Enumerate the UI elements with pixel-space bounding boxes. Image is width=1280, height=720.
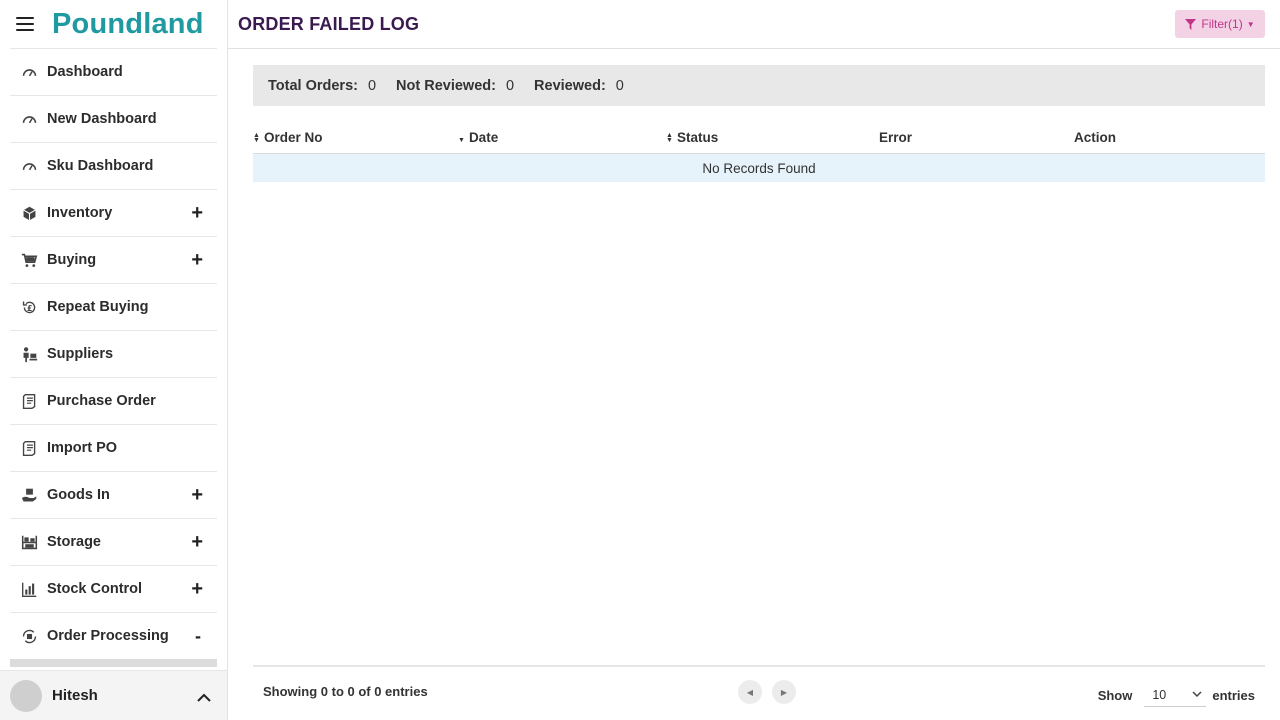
chevron-down-icon: [1192, 691, 1202, 698]
filter-icon: [1185, 18, 1197, 30]
sidebar-item-stock-control[interactable]: Stock Control +: [10, 565, 217, 612]
caret-down-icon: ▼: [1246, 19, 1255, 29]
sidebar-item-suppliers[interactable]: Suppliers: [10, 330, 217, 377]
expand-icon[interactable]: +: [191, 249, 203, 272]
sidebar-item-label: New Dashboard: [47, 111, 157, 127]
avatar: [10, 679, 42, 712]
svg-text:£: £: [26, 303, 31, 312]
chevron-left-icon: ◀: [746, 687, 754, 697]
gauge-icon: [19, 156, 39, 176]
user-name: Hitesh: [52, 687, 98, 704]
submenu-active-item[interactable]: [10, 659, 217, 667]
total-orders-label: Total Orders:: [268, 77, 358, 94]
show-label: Show: [1097, 687, 1133, 703]
sidebar-item-purchase-order[interactable]: Purchase Order: [10, 377, 217, 424]
bar-chart-icon: [19, 579, 39, 599]
brand-logo[interactable]: Poundland: [52, 8, 204, 41]
sidebar-item-sku-dashboard[interactable]: Sku Dashboard: [10, 142, 217, 189]
shelves-icon: [19, 532, 39, 552]
pagination-info: Showing 0 to 0 of 0 entries: [263, 684, 428, 699]
page-title: ORDER FAILED LOG: [238, 14, 420, 34]
filter-label: Filter(1): [1201, 17, 1243, 31]
order-failed-table: ▲ ▼ Order No ▼ Date ▲ ▼ Status Error Actio…: [253, 122, 1265, 182]
sidebar-item-label: Stock Control: [47, 581, 143, 597]
total-orders-value: 0: [367, 77, 377, 94]
column-label: Error: [879, 130, 913, 145]
hand-box-icon: [19, 485, 39, 505]
reviewed-label: Reviewed:: [534, 77, 606, 94]
sidebar-item-label: Dashboard: [47, 64, 123, 80]
empty-state-row: No Records Found: [253, 154, 1265, 182]
brand-bar: Poundland: [0, 0, 227, 48]
expand-icon[interactable]: +: [191, 484, 203, 507]
sidebar-item-import-po[interactable]: Import PO: [10, 424, 217, 471]
sidebar-item-label: Suppliers: [47, 346, 114, 362]
sidebar-item-inventory[interactable]: Inventory +: [10, 189, 217, 236]
cart-icon: [19, 250, 39, 270]
chevron-up-icon[interactable]: [197, 689, 211, 707]
sidebar-item-order-processing[interactable]: Order Processing -: [10, 612, 217, 659]
page-header: ORDER FAILED LOG Filter(1) ▼: [228, 0, 1280, 49]
expand-icon[interactable]: +: [191, 578, 203, 601]
prev-page-button[interactable]: ◀: [738, 680, 762, 704]
collapse-icon[interactable]: -: [195, 626, 201, 647]
sidebar-item-dashboard[interactable]: Dashboard: [10, 48, 217, 95]
column-label: Action: [1074, 130, 1116, 145]
reviewed-value: 0: [615, 77, 624, 94]
menu-icon[interactable]: [16, 17, 34, 31]
gauge-icon: [19, 109, 39, 129]
sidebar-item-label: Import PO: [47, 440, 118, 456]
sidebar-nav: Dashboard New Dashboard Sku Dashboard In…: [10, 48, 217, 659]
sidebar-item-label: Storage: [47, 534, 101, 550]
order-cycle-icon: [19, 626, 39, 646]
sidebar-item-new-dashboard[interactable]: New Dashboard: [10, 95, 217, 142]
table-header: ▲ ▼ Order No ▼ Date ▲ ▼ Status Error Actio…: [253, 122, 1265, 154]
sidebar-item-label: Buying: [47, 252, 97, 268]
supplier-icon: [19, 344, 39, 364]
sidebar-item-label: Goods In: [47, 487, 110, 503]
page-size-value: 10: [1152, 687, 1167, 702]
chevron-right-icon: ▶: [780, 687, 788, 697]
gauge-icon: [19, 62, 39, 82]
sidebar-item-label: Inventory: [47, 205, 113, 221]
sidebar-item-buying[interactable]: Buying +: [10, 236, 217, 283]
page-size-select[interactable]: 10: [1144, 683, 1207, 707]
column-status[interactable]: ▲ ▼ Status: [666, 130, 718, 145]
receipt-icon: [19, 438, 39, 458]
entries-label: entries: [1212, 687, 1255, 703]
user-menu[interactable]: Hitesh: [0, 670, 227, 720]
sidebar-item-label: Purchase Order: [47, 393, 156, 409]
column-label: Date: [468, 130, 499, 145]
sidebar: Poundland Dashboard New Dashboard Sku Da…: [0, 0, 228, 720]
column-error: Error: [879, 130, 912, 145]
sidebar-item-label: Sku Dashboard: [47, 158, 154, 174]
box-icon: [19, 203, 39, 223]
order-summary: Total Orders: 0 Not Reviewed: 0 Reviewed…: [253, 65, 1265, 106]
page-size-control: Show 10 entries: [1098, 683, 1255, 707]
column-action: Action: [1074, 130, 1116, 145]
not-reviewed-value: 0: [505, 77, 515, 94]
column-date[interactable]: ▼ Date: [458, 130, 498, 145]
filter-button[interactable]: Filter(1) ▼: [1175, 10, 1265, 38]
sidebar-item-goods-in[interactable]: Goods In +: [10, 471, 217, 518]
sidebar-item-label: Repeat Buying: [47, 299, 149, 315]
pound-refresh-icon: £: [19, 297, 39, 317]
column-order-no[interactable]: ▲ ▼ Order No: [253, 130, 322, 145]
sort-desc-icon: ▼: [458, 136, 465, 144]
pagination: ◀ ▶: [738, 680, 796, 704]
column-label: Order No: [263, 130, 323, 145]
next-page-button[interactable]: ▶: [772, 680, 796, 704]
sidebar-item-repeat-buying[interactable]: £ Repeat Buying: [10, 283, 217, 330]
sort-both-icon: ▲ ▼: [253, 131, 260, 144]
column-label: Status: [676, 130, 719, 145]
sidebar-item-storage[interactable]: Storage +: [10, 518, 217, 565]
not-reviewed-label: Not Reviewed:: [396, 77, 496, 94]
expand-icon[interactable]: +: [191, 531, 203, 554]
receipt-icon: [19, 391, 39, 411]
sort-both-icon: ▲ ▼: [666, 131, 673, 144]
expand-icon[interactable]: +: [191, 202, 203, 225]
table-footer: Showing 0 to 0 of 0 entries ◀ ▶ Show 10 …: [253, 665, 1265, 720]
sidebar-item-label: Order Processing: [47, 628, 169, 644]
